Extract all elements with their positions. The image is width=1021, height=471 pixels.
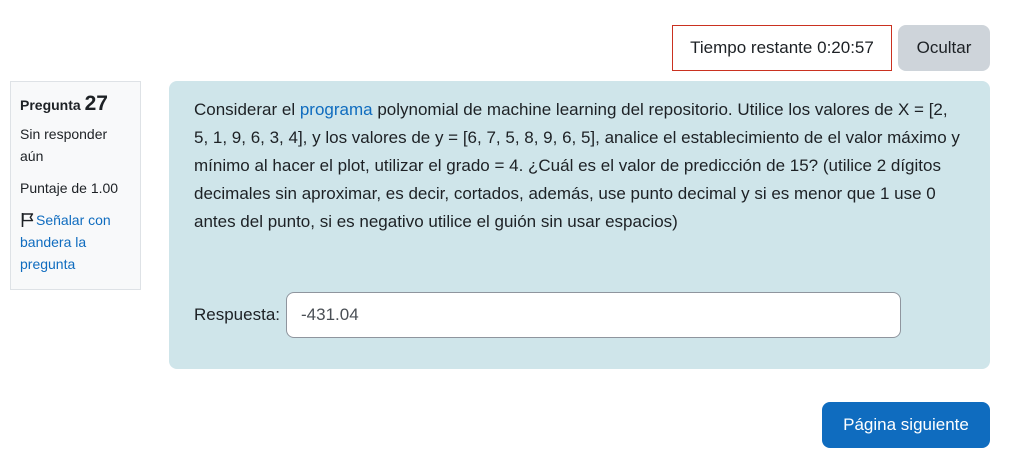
answer-input[interactable] [286,292,901,338]
question-number: Pregunta 27 [20,92,131,117]
timer-value: 0:20:57 [817,38,874,57]
next-page-button[interactable]: Página siguiente [822,402,990,448]
time-remaining: Tiempo restante 0:20:57 [672,25,892,71]
question-text-rest: polynomial de machine learning del repos… [194,100,960,231]
quiz-page: Tiempo restante 0:20:57 Ocultar Pregunta… [0,0,1021,471]
question-number-label: Pregunta [20,97,81,113]
question-info-panel: Pregunta 27 Sin responder aún Puntaje de… [10,81,141,290]
question-text-start: Considerar el [194,100,300,119]
flag-question-link[interactable]: Señalar con bandera la pregunta [20,209,131,275]
question-content: Considerar el programa polynomial de mac… [169,81,990,369]
program-link[interactable]: programa [300,100,373,119]
timer-label: Tiempo restante [690,38,813,57]
question-grade: Puntaje de 1.00 [20,180,119,196]
answer-row: Respuesta: [194,292,901,338]
flag-icon [20,212,36,228]
question-text: Considerar el programa polynomial de mac… [194,96,965,236]
hide-timer-button[interactable]: Ocultar [898,25,990,71]
question-number-value: 27 [84,92,108,115]
answer-label: Respuesta: [194,305,280,324]
question-state: Sin responder aún [20,126,108,164]
